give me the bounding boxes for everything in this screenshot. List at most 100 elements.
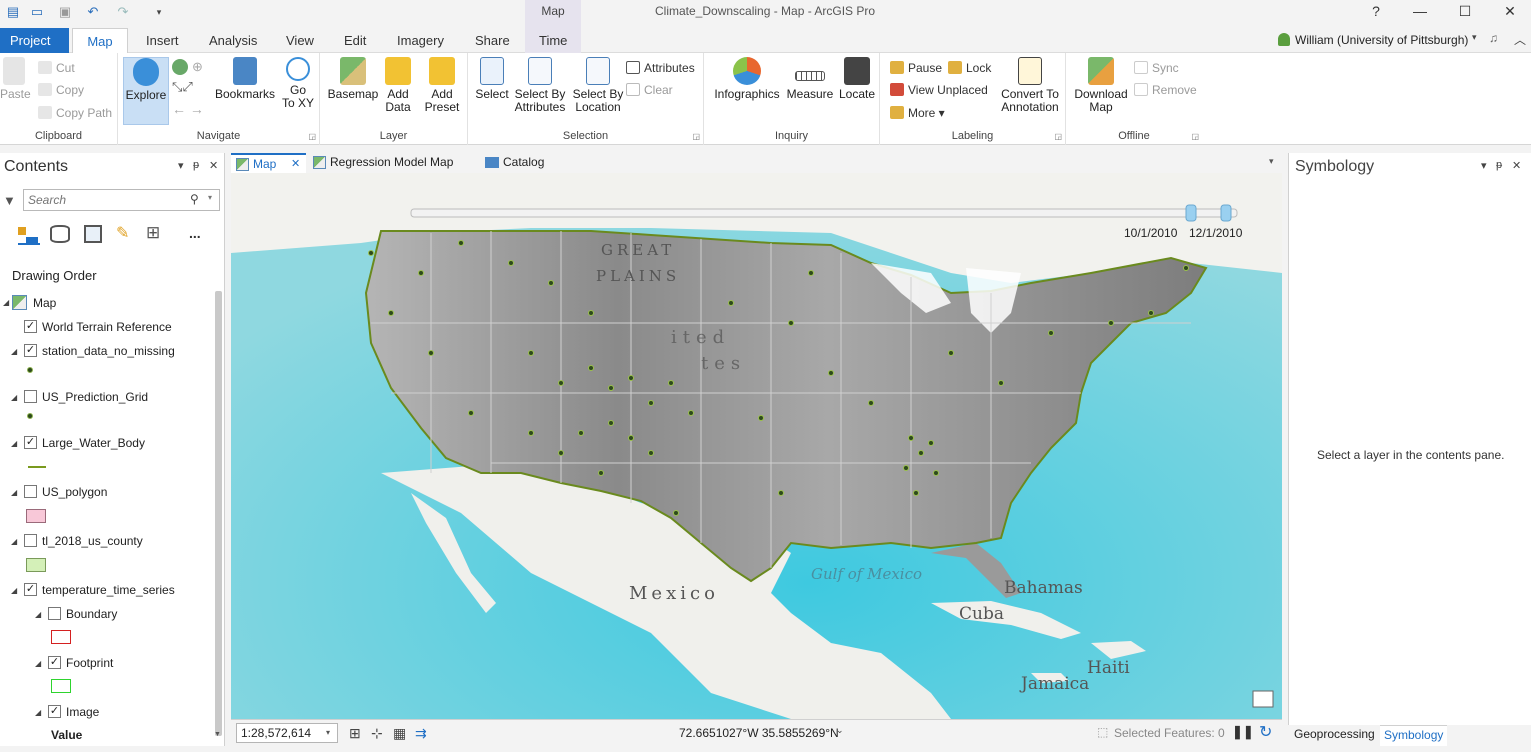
layer-checkbox-world-terrain[interactable]: ✓ [24,320,37,333]
labeling-launcher-icon[interactable]: ◲ [1054,132,1062,141]
close-map-tab-icon[interactable]: ✕ [291,155,300,174]
paste-button[interactable]: Paste [0,57,31,101]
redo-icon[interactable]: ↷ [114,4,132,20]
view-tab-map[interactable]: Map ✕ [231,153,306,173]
grid-icon[interactable]: ⊹ [371,725,383,742]
tab-insert[interactable]: Insert [146,33,179,48]
select-by-attributes-button[interactable]: Select By Attributes [512,57,568,114]
boundary-expander-icon[interactable]: ◢ [35,610,41,619]
us-polygon-symbol-swatch[interactable] [26,509,46,523]
customize-qat-icon[interactable]: ▾ [150,4,168,20]
symbology-pin-icon[interactable]: ᵽ [1496,159,1502,171]
convert-to-annotation-button[interactable]: Convert To Annotation [998,57,1062,114]
snapping-icon[interactable]: ⇉ [415,725,427,742]
minimize-button[interactable]: — [1406,2,1434,20]
new-project-icon[interactable]: ▤ [4,4,22,20]
pause-labeling-button[interactable]: Pause [890,61,942,75]
footprint-expander-icon[interactable]: ◢ [35,659,41,668]
sync-button[interactable]: Sync [1134,61,1179,75]
tab-time-label[interactable]: Time [539,33,567,48]
tab-symbology[interactable]: Symbology [1380,725,1448,746]
notification-icon[interactable]: ♫ [1489,31,1498,45]
county-expander-icon[interactable]: ◢ [11,537,17,546]
view-tab-catalog[interactable]: Catalog [481,153,571,173]
view-tab-regression-model-map[interactable]: Regression Model Map [308,153,473,173]
close-button[interactable]: ✕ [1496,2,1524,20]
list-by-source-icon[interactable] [50,225,70,243]
close-pane-icon[interactable]: ✕ [209,159,218,172]
layer-checkbox-footprint[interactable]: ✓ [48,656,61,669]
search-dropdown-icon[interactable]: ▾ [208,193,212,202]
water-body-symbol-swatch[interactable] [28,466,46,468]
map-expander-icon[interactable]: ◢ [3,298,9,307]
scrollbar-thumb[interactable] [215,291,222,736]
layer-checkbox-station-data[interactable]: ✓ [24,344,37,357]
layer-image[interactable]: Image [66,705,99,719]
station-symbol-swatch[interactable] [27,367,33,373]
help-button[interactable]: ? [1362,2,1390,20]
scale-selector[interactable]: 1:28,572,614 ▾ [236,723,338,743]
refresh-icon[interactable]: ↻ [1259,722,1272,742]
pause-drawing-icon[interactable]: ❚❚ [1232,724,1254,740]
list-by-snapping-icon[interactable]: ⊞ [146,223,160,243]
tab-view[interactable]: View [286,33,314,48]
tab-edit[interactable]: Edit [344,33,366,48]
locate-button[interactable]: Locate [836,57,878,101]
layer-checkbox-boundary[interactable] [48,607,61,620]
scroll-down-icon[interactable]: ▼ [214,731,221,738]
list-by-editing-icon[interactable]: ✎ [116,223,129,243]
search-icon[interactable]: ⚲ [190,192,199,206]
symbology-close-icon[interactable]: ✕ [1512,159,1521,172]
time-slider-end-handle[interactable] [1220,204,1232,222]
layer-checkbox-county[interactable] [24,534,37,547]
coordinate-format-icon[interactable]: ⌄ [836,725,844,736]
layer-temperature-time-series[interactable]: temperature_time_series [42,583,175,597]
view-unplaced-button[interactable]: View Unplaced [890,83,988,97]
infographics-button[interactable]: Infographics [710,57,784,101]
tab-project[interactable]: Project [0,28,69,53]
layer-checkbox-water-body[interactable]: ✓ [24,436,37,449]
layer-checkbox-prediction-grid[interactable] [24,390,37,403]
time-slider-track[interactable] [410,208,1238,218]
previous-extent-icon[interactable]: ← → [172,101,204,117]
map-view[interactable]: GREAT PLAINS ited tes Gulf of Mexico Mex… [231,173,1282,719]
pin-icon[interactable]: ᵽ [193,159,199,171]
navigate-launcher-icon[interactable]: ◲ [308,132,316,141]
list-by-drawing-order-icon[interactable] [18,225,40,245]
attributes-button[interactable]: Attributes [626,61,695,75]
county-symbol-swatch[interactable] [26,558,46,572]
layer-footprint[interactable]: Footprint [66,656,113,670]
full-extent-icon[interactable] [172,59,188,75]
list-by-selection-icon[interactable] [84,225,102,243]
lock-labeling-button[interactable]: Lock [948,61,991,75]
explore-button[interactable]: Explore [123,57,169,125]
search-input[interactable] [28,192,178,208]
layer-us-polygon[interactable]: US_polygon [42,485,107,499]
time-slider-start-handle[interactable] [1185,204,1197,222]
footprint-symbol-swatch[interactable] [51,679,71,693]
maximize-button[interactable]: ☐ [1451,2,1479,20]
layer-checkbox-temperature[interactable]: ✓ [24,583,37,596]
pane-options-icon[interactable]: ▾ [178,159,184,172]
user-dropdown-icon[interactable]: ▾ [1472,32,1477,43]
clear-selection-button[interactable]: Clear [626,83,673,97]
save-icon[interactable]: ▣ [56,4,74,20]
table-icon[interactable]: ▦ [393,725,406,742]
prediction-grid-symbol-swatch[interactable] [27,413,33,419]
boundary-symbol-swatch[interactable] [51,630,71,644]
fixed-zoom-icon[interactable]: ⊕ [192,59,208,75]
copy-button[interactable]: Copy [38,83,84,97]
basemap-button[interactable]: Basemap [326,57,380,101]
more-options-icon[interactable]: ... [189,225,201,241]
goto-xy-button[interactable]: Go To XY [278,57,318,110]
layer-checkbox-us-polygon[interactable] [24,485,37,498]
tab-analysis[interactable]: Analysis [209,33,257,48]
us-polygon-expander-icon[interactable]: ◢ [11,488,17,497]
water-body-expander-icon[interactable]: ◢ [11,439,17,448]
map-overview-icon[interactable] [1252,690,1274,708]
layer-large-water-body[interactable]: Large_Water_Body [42,436,145,450]
map-node-label[interactable]: Map [33,296,56,310]
map-canvas[interactable]: GREAT PLAINS ited tes Gulf of Mexico Mex… [231,173,1282,719]
layer-tl-2018-us-county[interactable]: tl_2018_us_county [42,534,143,548]
more-labeling-button[interactable]: More ▾ [890,106,945,120]
